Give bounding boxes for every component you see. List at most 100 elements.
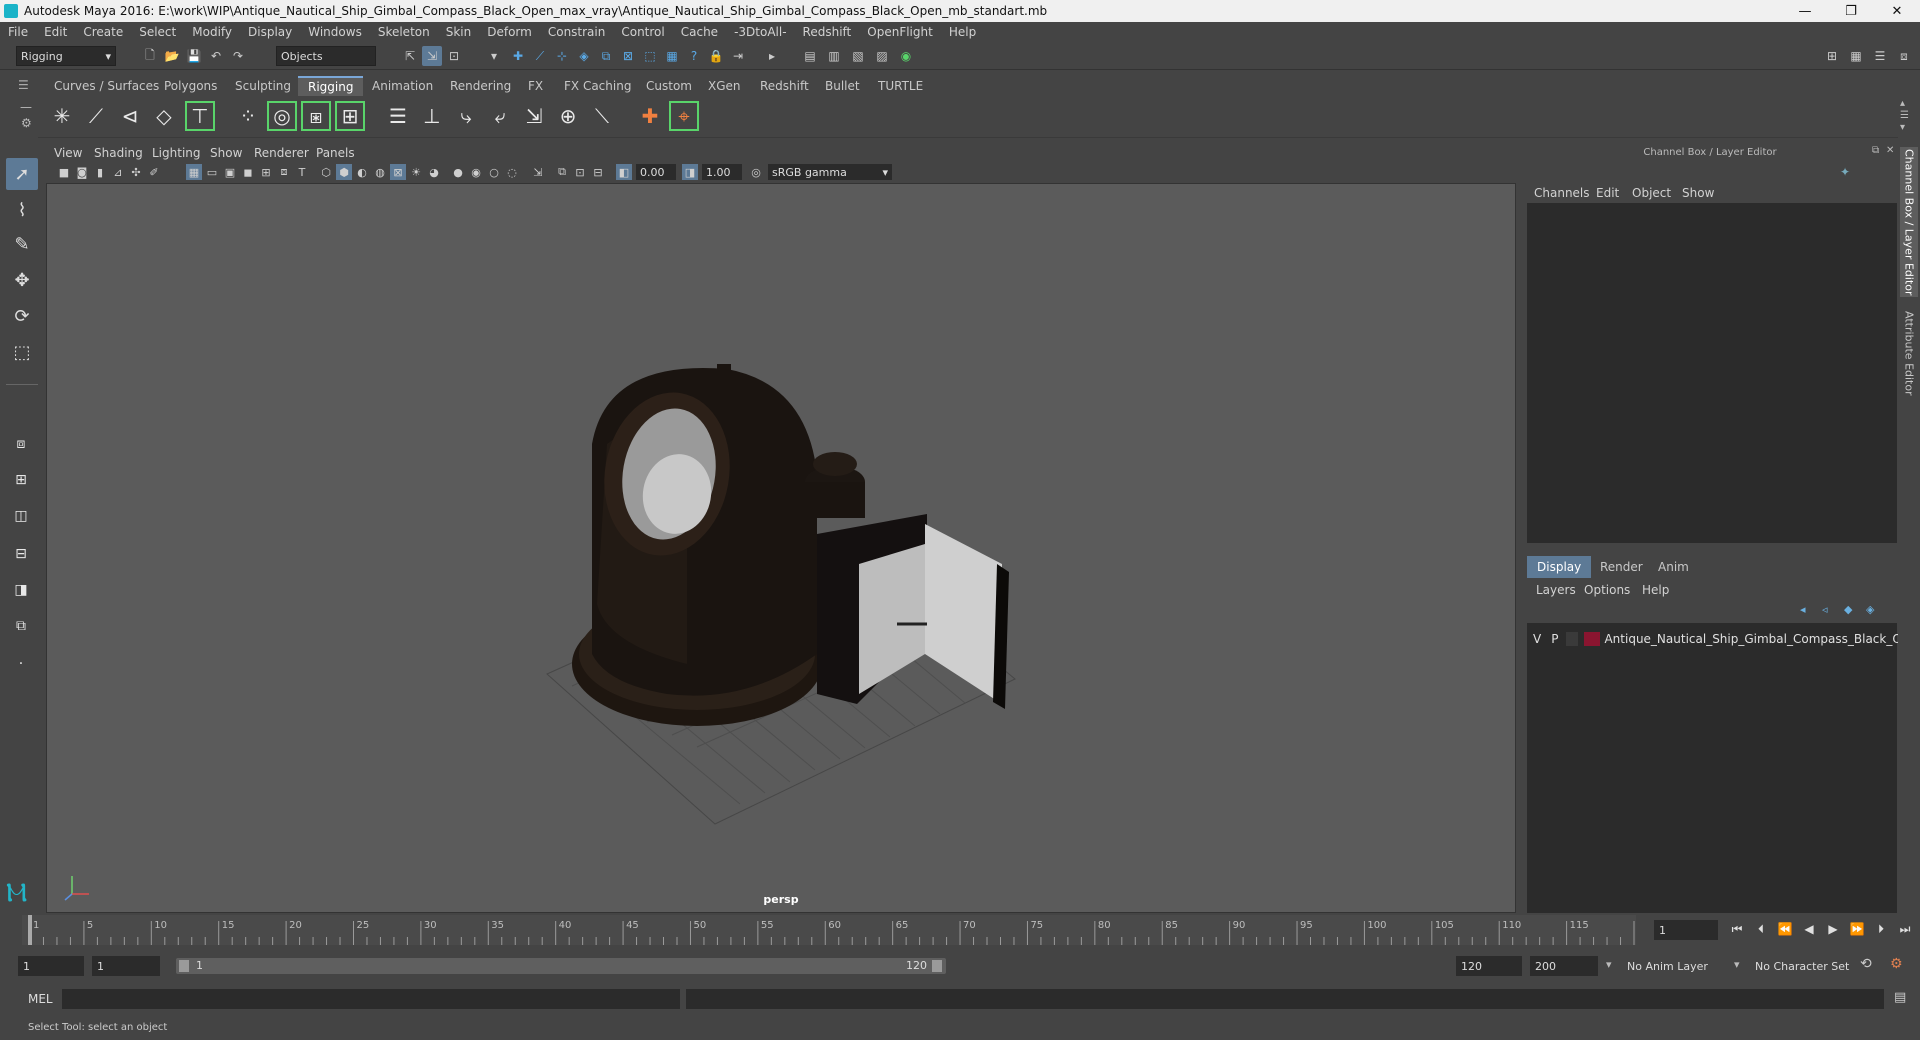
modeling-toolkit-icon[interactable]: ▦ [1846,46,1866,66]
menu-openflight[interactable]: OpenFlight [859,25,941,39]
menu-windows[interactable]: Windows [300,25,370,39]
gate-mask-icon[interactable]: ◼ [240,164,256,180]
chevron-down-icon[interactable]: ▾ [1734,958,1740,971]
play-forwards-icon[interactable]: ▶ [1824,920,1842,938]
menu-edit[interactable]: Edit [36,25,75,39]
attribute-editor-toggle-icon[interactable]: ☰ [1870,46,1890,66]
shelf-settings-icon[interactable]: ⚙ [21,116,32,130]
camera-attributes-icon[interactable]: ◙ [74,164,90,180]
four-view-layout-icon[interactable]: ⊞ [6,466,36,494]
side-tab-channel-box[interactable]: Channel Box / Layer Editor [1900,147,1918,297]
single-perspective-layout-icon[interactable]: ⧈ [6,430,36,458]
camera-select-icon[interactable]: ■ [56,164,72,180]
grease-pencil-icon[interactable]: ✐ [146,164,162,180]
time-slider[interactable]: 1 5 10 15 20 25 30 35 40 45 50 55 60 65 70 75 80 85 90 95 10… [22,915,1636,945]
options-menu[interactable]: Options [1584,583,1630,597]
exposure-icon[interactable]: ◧ [616,164,632,180]
cluster-icon[interactable]: ⁘ [232,100,264,132]
mask-dropdown-icon[interactable]: ▾ [484,46,504,66]
open-scene-icon[interactable]: 📂 [162,46,182,66]
close-button[interactable]: ✕ [1874,0,1920,22]
use-all-lights-icon[interactable]: ☀ [408,164,424,180]
select-component-icon[interactable]: ⊡ [444,46,464,66]
shelf-tab-sculpting[interactable]: Sculpting [225,76,301,96]
color-management-icon[interactable]: ◎ [748,164,764,180]
move-tool-icon[interactable]: ✥ [6,264,38,296]
scale-constraint-icon[interactable]: ⇲ [518,100,550,132]
input-ops-icon[interactable]: ⇥ [728,46,748,66]
shelf-tab-custom[interactable]: Custom [636,76,702,96]
menu-help[interactable]: Help [941,25,984,39]
range-start-handle[interactable] [179,960,189,972]
render-settings-icon[interactable]: ▨ [872,46,892,66]
smooth-shade-icon[interactable]: ⬢ [336,164,352,180]
go-to-start-icon[interactable]: ⏮ [1728,920,1746,938]
snap-live-icon[interactable]: ⊠ [618,46,638,66]
workspace-icon[interactable]: ⊞ [1822,46,1842,66]
gamma-field[interactable]: 1.00 [702,164,742,180]
close-panel-icon[interactable]: ✕ [1886,145,1894,156]
snap-curve-icon[interactable]: ⟋ [530,46,550,66]
perspective-viewport[interactable]: persp [46,183,1516,913]
wire-icon[interactable]: ⊞ [334,100,366,132]
viewport-menu-show[interactable]: Show [210,146,242,160]
shelf-tab-curves-surfaces[interactable]: Curves / Surfaces [44,76,169,96]
select-tool-icon[interactable]: ➚ [6,158,38,190]
step-forward-key-icon[interactable]: ⏩ [1848,920,1866,938]
restore-button[interactable]: ❐ [1828,0,1874,22]
default-material-icon[interactable]: ◐ [354,164,370,180]
move-layer-up-icon[interactable]: ◂ [1800,603,1806,616]
shelf-tab-turtle[interactable]: TURTLE [868,76,933,96]
menu-skin[interactable]: Skin [438,25,480,39]
render-view-icon[interactable]: ▥ [824,46,844,66]
film-gate-icon[interactable]: ▭ [204,164,220,180]
shelf-tab-polygons[interactable]: Polygons [154,76,227,96]
new-layer-icon[interactable]: ◆ [1844,603,1852,616]
animation-preferences-icon[interactable]: ⚙ [1890,956,1903,972]
viewport-menu-panels[interactable]: Panels [316,146,355,160]
ambient-occlusion-icon[interactable]: ● [450,164,466,180]
xray-components-icon[interactable]: ⊟ [590,164,606,180]
human-ik-icon[interactable]: ⌖ [668,100,700,132]
channel-box-area[interactable] [1527,203,1897,543]
select-hierarchy-icon[interactable]: ⇱ [400,46,420,66]
menu-create[interactable]: Create [75,25,131,39]
hypershade-layout-icon[interactable]: ◨ [6,576,36,604]
script-language-label[interactable]: MEL [28,992,53,1006]
shelf-menu-icon[interactable]: — [20,100,32,114]
shelf-tab-bullet[interactable]: Bullet [815,76,870,96]
side-tab-attribute-editor[interactable]: Attribute Editor [1900,303,1918,403]
anim-layer-dropdown[interactable]: No Anim Layer [1622,956,1742,976]
shadows-icon[interactable]: ◕ [426,164,442,180]
output-ops-icon[interactable]: ▸ [762,46,782,66]
persp-graph-layout-icon[interactable]: ⊟ [6,540,36,568]
menu-modify[interactable]: Modify [184,25,240,39]
history-icon[interactable]: ▦ [662,46,682,66]
wireframe-on-shaded-icon[interactable]: ◍ [372,164,388,180]
channels-menu[interactable]: Channels [1534,186,1590,200]
move-layer-down-icon[interactable]: ◃ [1822,603,1828,616]
play-backwards-icon[interactable]: ◀ [1800,920,1818,938]
menu-deform[interactable]: Deform [479,25,540,39]
step-back-frame-icon[interactable]: ⏴ [1752,920,1770,938]
layers-menu[interactable]: Layers [1536,583,1576,597]
paint-select-tool-icon[interactable]: ✎ [6,228,38,260]
undo-icon[interactable]: ↶ [206,46,226,66]
construction-icon[interactable]: ? [684,46,704,66]
scale-tool-icon[interactable]: ⬚ [6,336,38,368]
xray-joints-icon[interactable]: ⊡ [572,164,588,180]
pole-vector-icon[interactable]: ⟍ [586,100,618,132]
layer-playback-toggle[interactable]: P [1551,632,1558,646]
layout-more-icon[interactable]: · [6,650,36,678]
playback-end-field[interactable]: 120 [1456,956,1522,976]
snap-point-icon[interactable]: ⊹ [552,46,572,66]
safe-action-icon[interactable]: ⧈ [276,164,292,180]
viewport-menu-renderer[interactable]: Renderer [254,146,309,160]
image-plane-icon[interactable]: ⊿ [110,164,126,180]
shelf-tab-animation[interactable]: Animation [362,76,443,96]
step-forward-frame-icon[interactable]: ⏵ [1872,920,1890,938]
locator-icon[interactable]: ⊤ [184,100,216,132]
chevron-down-icon[interactable]: ▾ [1606,958,1612,971]
current-frame-marker[interactable] [28,915,32,945]
parent-constraint-icon[interactable]: ⊥ [416,100,448,132]
